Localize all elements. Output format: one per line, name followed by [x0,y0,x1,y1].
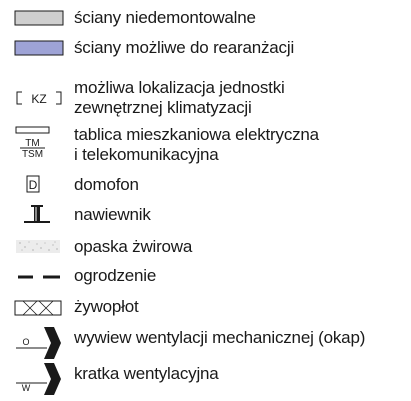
legend-label: ściany niedemontowalne [74,8,256,27]
tsm-symbol-text: TSM [22,149,43,160]
legend-label: wywiew wentylacji mechanicznej (okap) [74,328,366,347]
legend-label-line1: tablica mieszkaniowa elektryczna [74,125,319,144]
exhaust-symbol-text: O [22,337,29,347]
legend-label-line2: i telekomunikacyjna [74,145,219,164]
legend-label: żywopłot [74,297,139,316]
exhaust-arrow-icon: O [16,327,61,359]
intercom-symbol-text: D [29,178,38,192]
legend-label: kratka wentylacyjna [74,364,219,383]
legend-label-line1: możliwa lokalizacja jednostki [74,78,285,97]
tm-tsm-panel-icon: TM TSM [15,126,50,160]
vent-arrow-icon: W [16,363,61,395]
tm-symbol-text: TM [25,138,39,149]
legend: ściany niedemontowalne ściany możliwe do… [0,0,411,401]
hedge-icon [14,300,62,316]
grey-wall-icon [14,10,64,26]
legend-label: opaska żwirowa [74,237,193,256]
legend-label: domofon [74,175,139,194]
legend-label: nawiewnik [74,205,151,224]
air-inlet-icon [24,205,50,223]
legend-label: ściany możliwe do rearanżacji [74,38,295,57]
legend-label-line2: zewnętrznej klimatyzacji [74,98,252,117]
kz-unit-icon: KZ [16,91,62,106]
kz-symbol-text: KZ [31,92,46,106]
intercom-icon: D [26,175,40,193]
gravel-strip-icon [16,240,60,253]
legend-label: ogrodzenie [74,266,157,285]
fence-dashed-line-icon [18,275,60,279]
vent-symbol-text: W [22,383,31,393]
blue-wall-icon [14,40,64,56]
